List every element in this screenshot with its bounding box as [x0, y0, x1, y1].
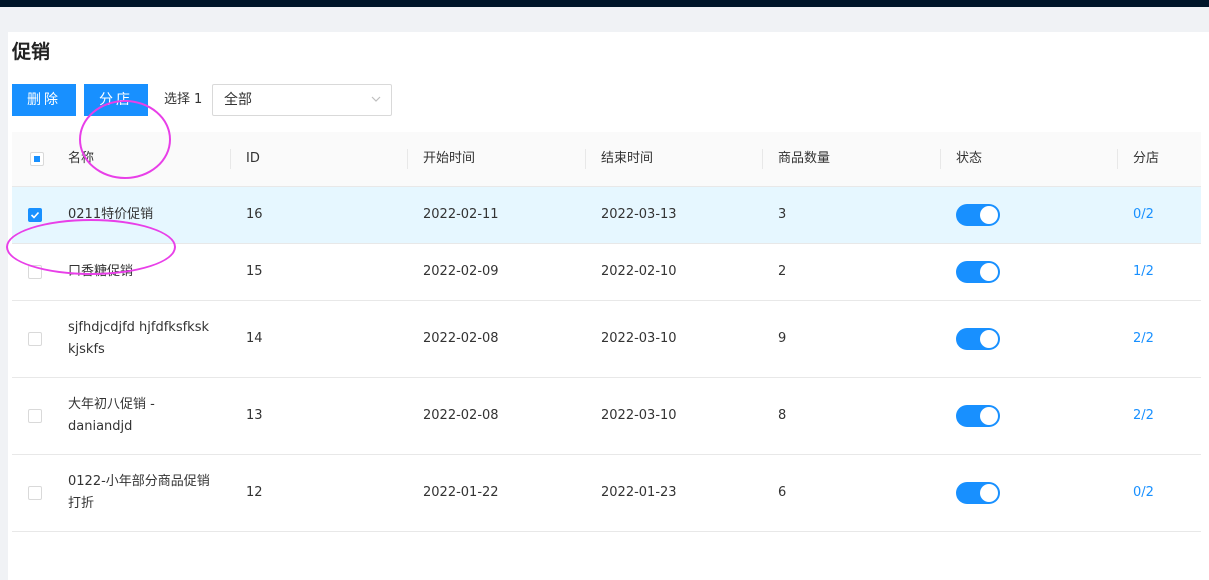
branch-button[interactable]: 分店 [84, 84, 148, 116]
branch-link[interactable]: 0/2 [1133, 485, 1154, 500]
status-toggle[interactable] [956, 405, 1000, 427]
col-divider [230, 149, 231, 169]
table-row[interactable]: sjfhdjcdjfd hjfdfksfksk kjskfs 14 2022-0… [12, 301, 1201, 378]
select-all-checkbox[interactable] [30, 152, 44, 166]
check-icon [30, 211, 40, 219]
toggle-knob [980, 484, 998, 502]
row-name: 口香糖促销 [68, 264, 134, 279]
col-header-qty: 商品数量 [778, 151, 831, 166]
col-divider [585, 149, 586, 169]
toggle-knob [980, 330, 998, 348]
top-nav-bar [0, 0, 1209, 7]
toggle-knob [980, 263, 998, 281]
status-toggle[interactable] [956, 482, 1000, 504]
row-end: 2022-02-10 [601, 264, 677, 279]
row-checkbox[interactable] [28, 486, 42, 500]
status-toggle[interactable] [956, 204, 1000, 226]
row-qty: 8 [778, 408, 787, 423]
row-qty: 3 [778, 207, 787, 222]
row-end: 2022-03-10 [601, 331, 677, 346]
row-start: 2022-02-09 [423, 264, 499, 279]
col-header-end: 结束时间 [601, 151, 654, 166]
row-qty: 2 [778, 264, 787, 279]
row-name: sjfhdjcdjfd hjfdfksfksk kjskfs [68, 320, 210, 357]
col-divider [1117, 149, 1118, 169]
row-start: 2022-02-08 [423, 408, 499, 423]
row-qty: 9 [778, 331, 787, 346]
row-start: 2022-02-08 [423, 331, 499, 346]
selection-count: 选择 1 [164, 84, 202, 116]
row-name: 0122-小年部分商品促销打折 [68, 474, 210, 511]
page-title: 促销 [12, 41, 51, 63]
col-header-status: 状态 [956, 151, 983, 166]
filter-value: 全部 [224, 92, 252, 108]
col-divider [762, 149, 763, 169]
selection-number: 1 [194, 92, 203, 107]
row-id: 13 [246, 408, 263, 423]
table-row[interactable]: 大年初八促销 -daniandjd 13 2022-02-08 2022-03-… [12, 378, 1201, 455]
row-id: 12 [246, 485, 263, 500]
row-checkbox[interactable] [28, 332, 42, 346]
row-start: 2022-01-22 [423, 485, 499, 500]
col-header-id: ID [246, 151, 260, 166]
status-toggle[interactable] [956, 261, 1000, 283]
status-filter-select[interactable]: 全部 [212, 84, 392, 116]
row-end: 2022-03-10 [601, 408, 677, 423]
table-row[interactable]: 口香糖促销 15 2022-02-09 2022-02-10 2 1/2 [12, 244, 1201, 301]
row-end: 2022-03-13 [601, 207, 677, 222]
col-header-branch: 分店 [1133, 151, 1160, 166]
row-checkbox[interactable] [28, 265, 42, 279]
branch-link[interactable]: 2/2 [1133, 331, 1154, 346]
delete-button[interactable]: 删除 [12, 84, 76, 116]
toggle-knob [980, 206, 998, 224]
row-end: 2022-01-23 [601, 485, 677, 500]
toggle-knob [980, 407, 998, 425]
col-divider [940, 149, 941, 169]
row-name: 0211特价促销 [68, 207, 154, 222]
row-checkbox[interactable] [28, 409, 42, 423]
selection-label: 选择 [164, 92, 191, 107]
chevron-down-icon [371, 96, 381, 102]
branch-link[interactable]: 0/2 [1133, 207, 1154, 222]
row-start: 2022-02-11 [423, 207, 499, 222]
row-qty: 6 [778, 485, 787, 500]
col-divider [407, 149, 408, 169]
branch-link[interactable]: 2/2 [1133, 408, 1154, 423]
col-header-name: 名称 [68, 151, 95, 166]
row-checkbox[interactable] [28, 208, 42, 222]
table-row[interactable]: 0211特价促销 16 2022-02-11 2022-03-13 3 0/2 [12, 187, 1201, 244]
row-id: 15 [246, 264, 263, 279]
row-name: 大年初八促销 -daniandjd [68, 397, 155, 434]
branch-link[interactable]: 1/2 [1133, 264, 1154, 279]
status-toggle[interactable] [956, 328, 1000, 350]
col-header-start: 开始时间 [423, 151, 476, 166]
table-header: 名称 ID 开始时间 结束时间 商品数量 状态 分店 [12, 132, 1201, 187]
row-id: 14 [246, 331, 263, 346]
row-id: 16 [246, 207, 263, 222]
table-row[interactable]: 0122-小年部分商品促销打折 12 2022-01-22 2022-01-23… [12, 455, 1201, 532]
